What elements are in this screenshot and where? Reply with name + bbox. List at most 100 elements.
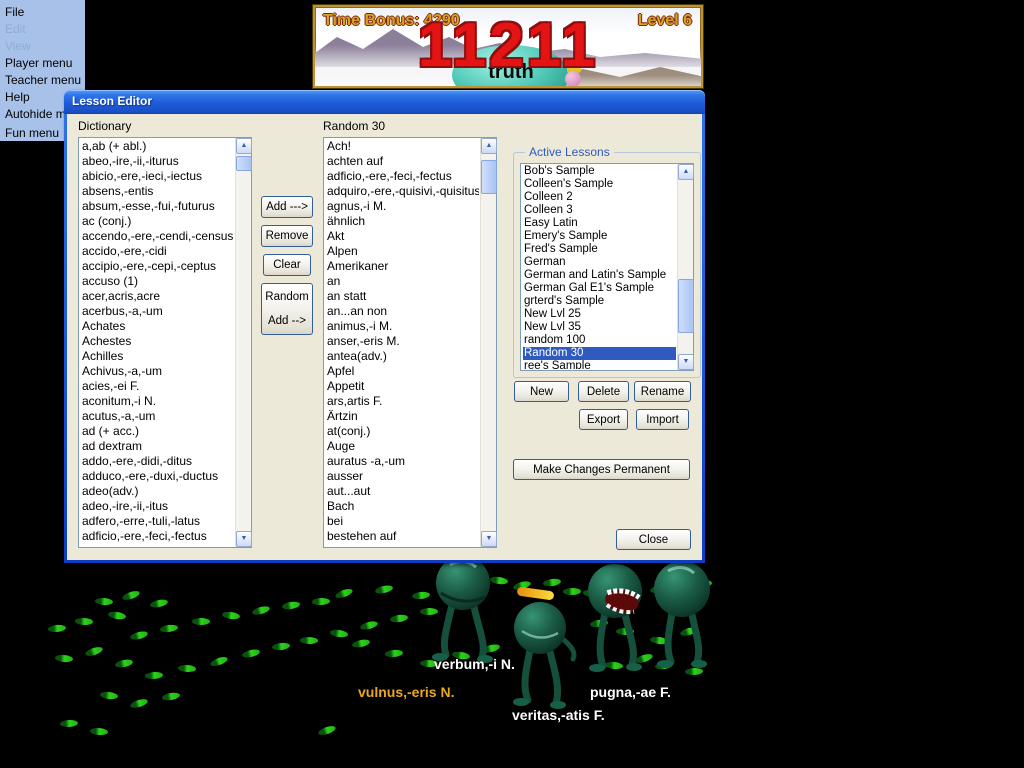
random30-entry[interactable]: an...an non bbox=[326, 304, 479, 319]
make-changes-permanent-button[interactable]: Make Changes Permanent bbox=[513, 459, 690, 480]
add-button[interactable]: Add ---> bbox=[261, 196, 313, 218]
export-button[interactable]: Export bbox=[579, 409, 628, 430]
lesson-entry[interactable]: Emery's Sample bbox=[523, 230, 676, 243]
dictionary-entry[interactable]: aconitum,-i N. bbox=[81, 394, 234, 409]
scroll-down-icon[interactable]: ▼ bbox=[481, 531, 497, 547]
random30-entry[interactable]: an statt bbox=[326, 289, 479, 304]
random30-entry[interactable]: Apfel bbox=[326, 364, 479, 379]
clear-button[interactable]: Clear bbox=[263, 254, 311, 276]
active-lessons-scrollbar[interactable]: ▲ ▼ bbox=[677, 164, 694, 370]
random30-entry[interactable]: Ärtzin bbox=[326, 409, 479, 424]
lesson-entry[interactable]: Random 30 bbox=[523, 347, 676, 360]
dictionary-entry[interactable]: ac (conj.) bbox=[81, 214, 234, 229]
random30-listbox[interactable]: Ach! achten auf adficio,-ere,-feci,-fectus… bbox=[323, 137, 497, 548]
lesson-entry[interactable]: Colleen 2 bbox=[523, 191, 676, 204]
random30-entry[interactable]: adficio,-ere,-feci,-fectus bbox=[326, 169, 479, 184]
random30-entry[interactable]: ähnlich bbox=[326, 214, 479, 229]
dictionary-entry[interactable]: ad (+ acc.) bbox=[81, 424, 234, 439]
random30-entry[interactable]: bei bbox=[326, 514, 479, 529]
dictionary-entry[interactable]: adfero,-erre,-tuli,-latus bbox=[81, 514, 234, 529]
dictionary-entry[interactable]: ad dextram bbox=[81, 439, 234, 454]
dialog-titlebar[interactable]: Lesson Editor bbox=[64, 90, 705, 114]
random30-entry[interactable]: adquiro,-ere,-quisivi,-quisitus bbox=[326, 184, 479, 199]
dictionary-entry[interactable]: Achilles bbox=[81, 349, 234, 364]
lesson-entry[interactable]: random 100 bbox=[523, 334, 676, 347]
scroll-up-icon[interactable]: ▲ bbox=[481, 138, 497, 154]
lesson-entry[interactable]: Colleen's Sample bbox=[523, 178, 676, 191]
random30-entry[interactable]: at(conj.) bbox=[326, 424, 479, 439]
dictionary-entry[interactable]: acerbus,-a,-um bbox=[81, 304, 234, 319]
dictionary-entry[interactable]: adeo,-ire,-ii,-itus bbox=[81, 499, 234, 514]
dictionary-scrollbar[interactable]: ▲ ▼ bbox=[235, 138, 252, 547]
random30-entry[interactable]: Akt bbox=[326, 229, 479, 244]
scroll-down-icon[interactable]: ▼ bbox=[678, 354, 694, 370]
scroll-thumb[interactable] bbox=[481, 160, 497, 194]
dictionary-listbox[interactable]: a,ab (+ abl.) abeo,-ire,-ii,-iturus abicio… bbox=[78, 137, 252, 548]
scroll-up-icon[interactable]: ▲ bbox=[236, 138, 252, 154]
menu-item[interactable]: File bbox=[0, 3, 85, 20]
scroll-thumb[interactable] bbox=[236, 156, 252, 171]
lesson-entry[interactable]: grterd's Sample bbox=[523, 295, 676, 308]
random30-entry[interactable]: animus,-i M. bbox=[326, 319, 479, 334]
dictionary-entry[interactable]: accido,-ere,-cidi bbox=[81, 244, 234, 259]
scroll-up-icon[interactable]: ▲ bbox=[678, 164, 694, 180]
dictionary-entry[interactable]: acutus,-a,-um bbox=[81, 409, 234, 424]
random30-entry[interactable]: ars,artis F. bbox=[326, 394, 479, 409]
random30-entry[interactable]: aut...aut bbox=[326, 484, 479, 499]
menu-item[interactable]: Teacher menu bbox=[0, 71, 85, 88]
dictionary-entry[interactable]: abicio,-ere,-ieci,-iectus bbox=[81, 169, 234, 184]
random30-entry[interactable]: anser,-eris M. bbox=[326, 334, 479, 349]
lesson-entry[interactable]: Easy Latin bbox=[523, 217, 676, 230]
random30-entry[interactable]: an bbox=[326, 274, 479, 289]
lesson-entry[interactable]: Bob's Sample bbox=[523, 165, 676, 178]
menu-item[interactable]: Player menu bbox=[0, 54, 85, 71]
random30-entry[interactable]: Appetit bbox=[326, 379, 479, 394]
dictionary-entry[interactable]: absum,-esse,-fui,-futurus bbox=[81, 199, 234, 214]
dictionary-entry[interactable]: acies,-ei F. bbox=[81, 379, 234, 394]
scroll-down-icon[interactable]: ▼ bbox=[236, 531, 252, 547]
random30-entry[interactable]: Auge bbox=[326, 439, 479, 454]
dictionary-entry[interactable]: adduco,-ere,-duxi,-ductus bbox=[81, 469, 234, 484]
random30-scrollbar[interactable]: ▲ ▼ bbox=[480, 138, 497, 547]
random30-entry[interactable]: agnus,-i M. bbox=[326, 199, 479, 214]
dictionary-entry[interactable]: Achivus,-a,-um bbox=[81, 364, 234, 379]
dictionary-entry[interactable]: abeo,-ire,-ii,-iturus bbox=[81, 154, 234, 169]
delete-button[interactable]: Delete bbox=[578, 381, 629, 402]
dictionary-entry[interactable]: acer,acris,acre bbox=[81, 289, 234, 304]
import-button[interactable]: Import bbox=[636, 409, 689, 430]
lesson-entry[interactable]: ree's Sample bbox=[523, 360, 676, 369]
lesson-entry[interactable]: German and Latin's Sample bbox=[523, 269, 676, 282]
random30-entry[interactable]: auratus -a,-um bbox=[326, 454, 479, 469]
random30-entry[interactable]: Ach! bbox=[326, 139, 479, 154]
random30-entry[interactable]: Alpen bbox=[326, 244, 479, 259]
dictionary-entry[interactable]: adficio,-ere,-feci,-fectus bbox=[81, 529, 234, 544]
dictionary-entry[interactable]: accendo,-ere,-cendi,-census bbox=[81, 229, 234, 244]
lesson-entry[interactable]: German bbox=[523, 256, 676, 269]
new-button[interactable]: New bbox=[514, 381, 569, 402]
lesson-entry[interactable]: New Lvl 35 bbox=[523, 321, 676, 334]
random30-entry[interactable]: ausser bbox=[326, 469, 479, 484]
dictionary-entry[interactable]: a,ab (+ abl.) bbox=[81, 139, 234, 154]
dictionary-entry[interactable]: accuso (1) bbox=[81, 274, 234, 289]
random-add-button[interactable]: Random Add --> bbox=[261, 283, 313, 335]
menu-item[interactable]: View bbox=[0, 37, 85, 54]
lesson-entry[interactable]: Colleen 3 bbox=[523, 204, 676, 217]
dictionary-entry[interactable]: Achates bbox=[81, 319, 234, 334]
dictionary-entry[interactable]: adeo(adv.) bbox=[81, 484, 234, 499]
dictionary-entry[interactable]: accipio,-ere,-cepi,-ceptus bbox=[81, 259, 234, 274]
dictionary-entry[interactable]: Achestes bbox=[81, 334, 234, 349]
dictionary-entry[interactable]: addo,-ere,-didi,-ditus bbox=[81, 454, 234, 469]
dictionary-entry[interactable]: absens,-entis bbox=[81, 184, 234, 199]
close-button[interactable]: Close bbox=[616, 529, 691, 550]
scroll-thumb[interactable] bbox=[678, 279, 694, 333]
random30-entry[interactable]: antea(adv.) bbox=[326, 349, 479, 364]
menu-item[interactable]: Edit bbox=[0, 20, 85, 37]
random30-entry[interactable]: bestehen auf bbox=[326, 529, 479, 544]
lesson-entry[interactable]: German Gal E1's Sample bbox=[523, 282, 676, 295]
random30-entry[interactable]: Bach bbox=[326, 499, 479, 514]
lesson-entry[interactable]: New Lvl 25 bbox=[523, 308, 676, 321]
active-lessons-listbox[interactable]: Bob's Sample Colleen's Sample Colleen 2 Col… bbox=[520, 163, 694, 371]
lesson-entry[interactable]: Fred's Sample bbox=[523, 243, 676, 256]
random30-entry[interactable]: Amerikaner bbox=[326, 259, 479, 274]
rename-button[interactable]: Rename bbox=[634, 381, 691, 402]
